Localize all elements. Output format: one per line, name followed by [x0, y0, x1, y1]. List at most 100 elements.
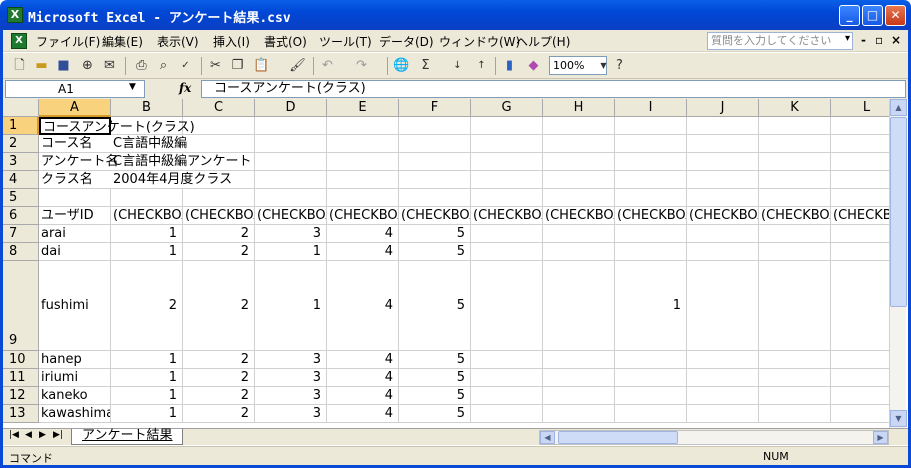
cell[interactable]: (CHECKBOX)	[615, 207, 687, 225]
copy-icon[interactable]: ❐	[229, 57, 246, 74]
redo-icon[interactable]: ↷	[353, 57, 370, 74]
cell[interactable]: 2	[183, 351, 255, 369]
cell[interactable]: 5	[399, 351, 471, 369]
new-icon[interactable]: 🗋	[11, 57, 28, 74]
column-header-l[interactable]: L	[831, 99, 889, 117]
row-header[interactable]: 11	[3, 369, 39, 387]
workbook-minimize-button[interactable]: -	[861, 33, 866, 47]
name-box[interactable]: A1	[5, 80, 145, 98]
cell[interactable]	[615, 171, 687, 189]
cell[interactable]	[687, 171, 759, 189]
cell[interactable]: 5	[399, 405, 471, 423]
next-sheet-icon[interactable]: ▶	[39, 430, 46, 440]
cell[interactable]	[759, 135, 831, 153]
cell[interactable]: 2	[183, 261, 255, 351]
cell[interactable]: 5	[399, 387, 471, 405]
cell[interactable]	[471, 171, 543, 189]
row-header[interactable]: 8	[3, 243, 39, 261]
cell[interactable]	[831, 405, 889, 423]
cell[interactable]	[399, 153, 471, 171]
cell[interactable]: 3	[255, 225, 327, 243]
cell[interactable]	[615, 351, 687, 369]
cell[interactable]	[471, 405, 543, 423]
cell[interactable]: 1	[111, 225, 183, 243]
row-header[interactable]: 5	[3, 189, 39, 207]
cell[interactable]	[471, 153, 543, 171]
select-all-corner[interactable]	[3, 99, 39, 117]
cut-icon[interactable]: ✂	[207, 57, 224, 74]
paste-icon[interactable]: 📋	[253, 57, 270, 74]
cell[interactable]: hanep	[39, 351, 111, 369]
cell[interactable]: 4	[327, 405, 399, 423]
permission-icon[interactable]: ⊕	[79, 57, 96, 74]
close-button[interactable]: ✕	[885, 5, 906, 26]
cell[interactable]	[831, 117, 889, 135]
cell[interactable]	[399, 189, 471, 207]
cell[interactable]: 4	[327, 243, 399, 261]
row-header[interactable]: 7	[3, 225, 39, 243]
cell[interactable]: arai	[39, 225, 111, 243]
cell[interactable]: 4	[327, 351, 399, 369]
cell[interactable]	[471, 351, 543, 369]
cell[interactable]	[543, 351, 615, 369]
cell[interactable]	[255, 189, 327, 207]
zoom-dropdown-icon[interactable]: ▼	[595, 57, 612, 74]
row-header[interactable]: 4	[3, 171, 39, 189]
cell[interactable]	[543, 189, 615, 207]
cell[interactable]: 3	[255, 405, 327, 423]
cell[interactable]	[831, 351, 889, 369]
cell[interactable]: コース名	[39, 135, 111, 153]
cell[interactable]: dai	[39, 243, 111, 261]
vertical-scrollbar[interactable]: ▲ ▼	[889, 99, 907, 428]
workbook-restore-button[interactable]: ▫	[875, 33, 883, 47]
cell[interactable]	[327, 171, 399, 189]
cell[interactable]	[399, 171, 471, 189]
cell[interactable]	[759, 261, 831, 351]
cell[interactable]	[759, 351, 831, 369]
cell[interactable]	[471, 243, 543, 261]
cell[interactable]	[831, 171, 889, 189]
row-header[interactable]: 1	[3, 117, 39, 135]
column-header-a[interactable]: A	[39, 99, 111, 117]
save-icon[interactable]: ■	[55, 57, 72, 74]
cell[interactable]	[831, 225, 889, 243]
first-sheet-icon[interactable]: |◀	[9, 430, 19, 440]
cell[interactable]	[399, 117, 471, 135]
open-icon[interactable]: ▬	[33, 57, 50, 74]
cell[interactable]	[759, 243, 831, 261]
cell[interactable]	[543, 369, 615, 387]
row-header[interactable]: 10	[3, 351, 39, 369]
cell[interactable]	[471, 117, 543, 135]
cell[interactable]	[831, 135, 889, 153]
print-icon[interactable]: ⎙	[133, 57, 150, 74]
cell[interactable]: (CHECKBOX)	[471, 207, 543, 225]
cell[interactable]	[759, 369, 831, 387]
cell[interactable]: 2	[183, 243, 255, 261]
cell[interactable]	[831, 387, 889, 405]
cell[interactable]	[399, 135, 471, 153]
menu-view[interactable]: 表示(V)	[157, 33, 199, 50]
sort-ascending-icon[interactable]: ↓	[449, 57, 466, 74]
sheet-tab-active[interactable]: アンケート結果	[71, 429, 184, 445]
cell[interactable]: 1	[111, 387, 183, 405]
cell[interactable]	[471, 225, 543, 243]
cell[interactable]	[759, 117, 831, 135]
cell[interactable]: (CHECKBOX)	[399, 207, 471, 225]
cell[interactable]	[183, 189, 255, 207]
cell[interactable]	[615, 153, 687, 171]
cell[interactable]	[615, 225, 687, 243]
cell[interactable]	[687, 405, 759, 423]
menu-help[interactable]: ヘルプ(H)	[516, 33, 570, 50]
cell[interactable]: 1	[615, 261, 687, 351]
cell[interactable]	[615, 135, 687, 153]
cell[interactable]: C言語中級編	[111, 135, 187, 153]
cell[interactable]: 5	[399, 243, 471, 261]
column-header-b[interactable]: B	[111, 99, 183, 117]
cell[interactable]: クラス名	[39, 171, 111, 189]
scroll-up-icon[interactable]: ▲	[890, 99, 907, 116]
cell[interactable]	[543, 243, 615, 261]
menu-insert[interactable]: 挿入(I)	[213, 33, 250, 50]
cell[interactable]	[615, 405, 687, 423]
menu-file[interactable]: ファイル(F)	[36, 33, 100, 50]
cell[interactable]	[255, 135, 327, 153]
